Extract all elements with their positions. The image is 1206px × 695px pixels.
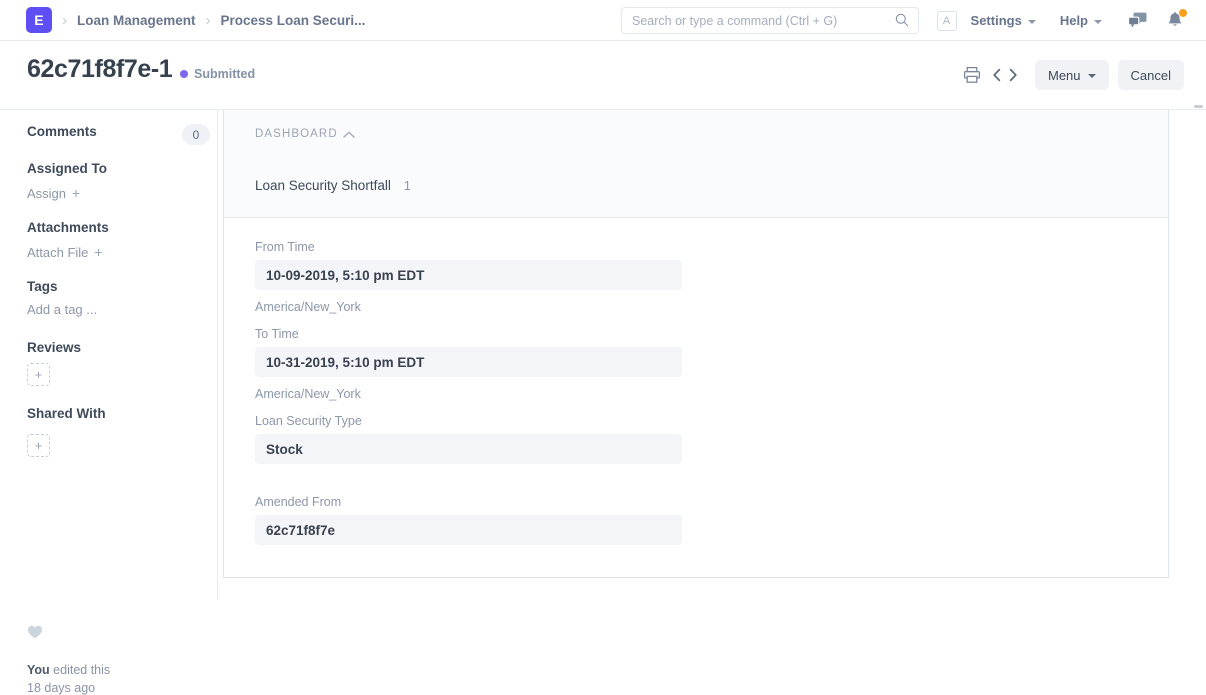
status-label: Submitted [194,67,255,81]
plus-icon: + [72,185,80,201]
breadcrumb-process-loan-security[interactable]: Process Loan Securi... [221,13,366,28]
field-loan-security-type: Loan Security Type Stock [255,414,1168,491]
field-value[interactable]: 10-09-2019, 5:10 pm EDT [255,260,682,290]
dashboard-section: DASHBOARD Loan Security Shortfall 1 [224,110,1168,218]
field-label: To Time [255,327,1168,341]
add-tag-button[interactable]: Add a tag ... [27,302,97,317]
document-sidebar: Comments 0 Assigned To Assign + Attachme… [0,110,218,600]
sidebar-attachments-label: Attachments [27,220,109,235]
form-fields-area: From Time 10-09-2019, 5:10 pm EDT Americ… [224,218,1168,545]
notifications-button[interactable] [1164,10,1186,32]
page-title: 62c71f8f7e-1 [27,55,172,84]
field-from-time: From Time 10-09-2019, 5:10 pm EDT Americ… [255,240,1168,314]
loan-security-shortfall-count: 1 [404,179,411,193]
chat-icon [1128,12,1147,29]
field-label: From Time [255,240,1168,254]
next-document-button[interactable] [1005,64,1021,86]
top-navbar: E › Loan Management › Process Loan Secur… [0,0,1206,41]
sidebar-comments-label: Comments [27,124,97,139]
plus-icon: + [94,244,102,260]
edited-by-user: You [27,663,50,677]
previous-document-button[interactable] [989,64,1005,86]
field-note: America/New_York [255,300,1168,314]
dashboard-section-label: DASHBOARD [255,128,338,140]
sidebar-tags-label: Tags [27,279,58,294]
loan-security-shortfall-row[interactable]: Loan Security Shortfall 1 [255,178,411,193]
avatar[interactable]: A [937,11,957,31]
loan-security-shortfall-label: Loan Security Shortfall [255,178,391,193]
menu-button[interactable]: Menu [1035,60,1109,90]
edited-by-line: You edited this [27,663,110,677]
sidebar-shared-with-label: Shared With [27,406,106,421]
field-value[interactable]: Stock [255,434,682,464]
plus-icon: + [27,434,50,457]
status-dot-icon [180,70,188,78]
breadcrumb-separator-1: › [62,13,67,28]
cancel-button[interactable]: Cancel [1118,60,1184,90]
add-shared-user-button[interactable]: + [27,434,50,457]
field-value[interactable]: 62c71f8f7e [255,515,682,545]
field-label: Amended From [255,495,1168,509]
assign-button[interactable]: Assign + [27,185,80,201]
status-badge: Submitted [180,67,255,81]
help-menu[interactable]: Help [1060,13,1102,28]
chevron-up-icon[interactable] [342,130,356,140]
field-label: Loan Security Type [255,414,1168,428]
main-content-panel: DASHBOARD Loan Security Shortfall 1 From… [223,110,1169,578]
add-review-button[interactable]: + [27,363,50,386]
help-label: Help [1060,13,1088,28]
app-logo[interactable]: E [26,7,52,33]
search-input[interactable] [621,7,919,34]
chevron-down-icon [1028,20,1036,24]
attach-file-label: Attach File [27,245,88,260]
document-titlebar: 62c71f8f7e-1 Submitted Menu Cancel [0,41,1206,110]
field-note: America/New_York [255,387,1168,401]
attach-file-button[interactable]: Attach File + [27,244,103,260]
like-heart-icon[interactable] [27,624,43,640]
plus-icon: + [27,363,50,386]
chevron-left-icon [992,68,1002,82]
chevron-down-icon [1094,20,1102,24]
settings-menu[interactable]: Settings [971,13,1036,28]
sidebar-reviews-label: Reviews [27,340,81,355]
settings-label: Settings [971,13,1022,28]
field-to-time: To Time 10-31-2019, 5:10 pm EDT America/… [255,327,1168,401]
edited-timestamp: 18 days ago [27,681,95,695]
sidebar-assigned-to-label: Assigned To [27,161,107,176]
navbar-right-group: A Settings Help [937,0,1206,41]
titlebar-actions: Menu Cancel [963,60,1184,90]
chevron-down-icon [1088,74,1096,78]
edited-by-text: edited this [50,663,110,677]
assign-label: Assign [27,186,66,201]
comments-count-badge: 0 [182,124,210,145]
breadcrumb-loan-management[interactable]: Loan Management [77,13,196,28]
field-spacer [255,464,1168,491]
global-search[interactable] [621,7,919,34]
field-amended-from: Amended From 62c71f8f7e [255,495,1168,545]
notification-badge [1179,9,1187,17]
chevron-right-icon [1008,68,1018,82]
chat-button[interactable] [1126,10,1148,32]
menu-button-label: Menu [1048,68,1081,83]
breadcrumb-separator-2: › [206,13,211,28]
page-scrollbar[interactable] [1194,105,1203,108]
field-value[interactable]: 10-31-2019, 5:10 pm EDT [255,347,682,377]
print-icon[interactable] [963,66,981,84]
